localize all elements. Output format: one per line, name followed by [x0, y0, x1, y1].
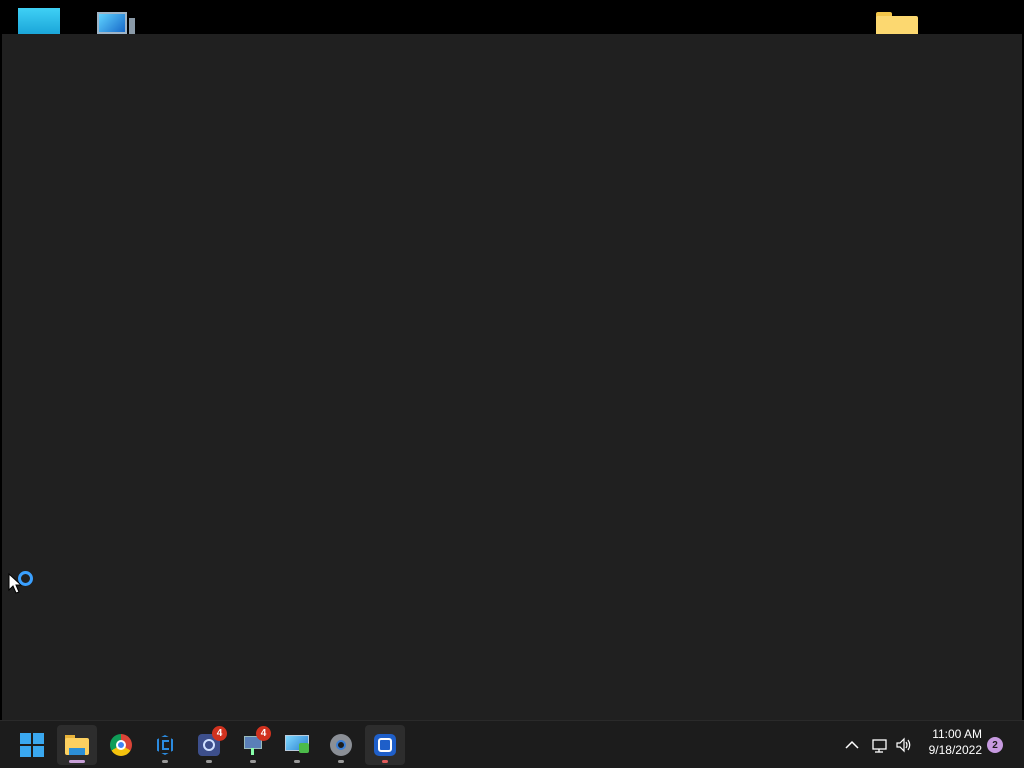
tray-network-button[interactable]	[869, 733, 891, 757]
windows-logo-icon	[20, 733, 44, 757]
taskbar-chrome[interactable]	[101, 725, 141, 765]
start-button[interactable]	[12, 725, 52, 765]
loading-cursor-icon	[8, 569, 33, 594]
taskbar-remote-desktop[interactable]	[277, 725, 317, 765]
running-indicator	[162, 760, 168, 763]
notification-badge: 4	[212, 726, 227, 741]
app-window	[2, 34, 1022, 724]
clock-time: 11:00 AM	[932, 727, 982, 741]
this-pc-icon[interactable]	[97, 8, 135, 34]
notification-badge: 4	[256, 726, 271, 741]
desktop-tile-icon[interactable]	[18, 8, 60, 34]
taskbar-settings[interactable]	[321, 725, 361, 765]
chevron-up-icon	[845, 740, 859, 749]
taskbar-visual-studio[interactable]	[145, 725, 185, 765]
settings-icon	[330, 734, 352, 756]
busy-ring-icon	[18, 571, 33, 586]
clock-button[interactable]: 11:00 AM 9/18/2022	[929, 726, 982, 758]
network-status-icon	[872, 739, 887, 753]
running-indicator	[206, 760, 212, 763]
visual-studio-icon	[155, 734, 175, 756]
active-indicator	[69, 760, 85, 763]
tray-volume-button[interactable]	[893, 733, 915, 757]
folder-icon	[65, 735, 89, 755]
taskbar-gear-app[interactable]: 4	[189, 725, 229, 765]
speaker-icon	[896, 737, 911, 753]
notification-count-badge[interactable]: 2	[987, 737, 1003, 753]
clock-date: 9/18/2022	[928, 743, 982, 757]
tray-overflow-button[interactable]	[842, 733, 862, 757]
taskbar-file-explorer[interactable]	[57, 725, 97, 765]
taskbar-snipping-tool[interactable]	[365, 725, 405, 765]
chrome-icon	[110, 734, 132, 756]
monitor-icon	[285, 735, 309, 755]
running-indicator	[250, 760, 256, 763]
running-indicator	[294, 760, 300, 763]
running-indicator	[338, 760, 344, 763]
running-indicator	[382, 760, 388, 763]
taskbar-network-app[interactable]: 4	[233, 725, 273, 765]
snip-icon	[374, 734, 396, 756]
taskbar: 4 4 11:00 AM 9/18/2022 2	[0, 720, 1024, 768]
